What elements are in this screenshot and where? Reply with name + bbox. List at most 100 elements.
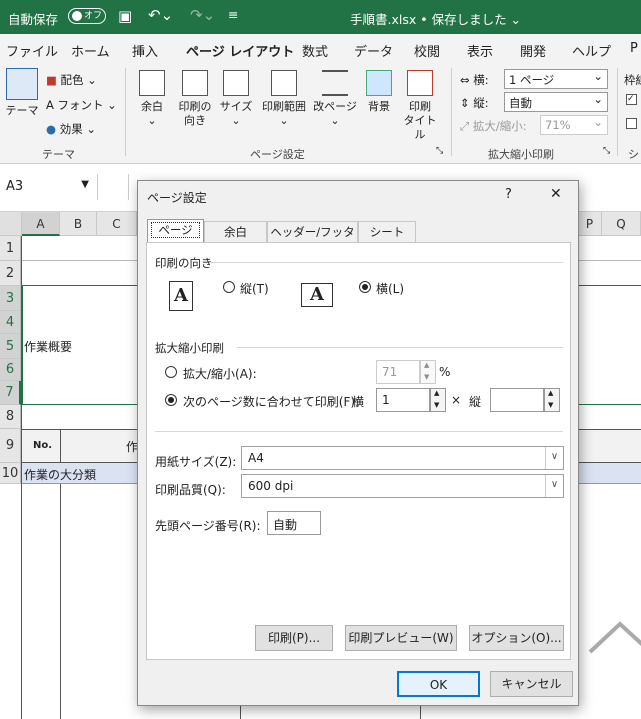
row-header-10[interactable]: 10: [0, 463, 21, 484]
pages-wide-spinner[interactable]: [430, 388, 446, 412]
help-button[interactable]: ?: [505, 187, 512, 202]
cell-a9[interactable]: No.: [33, 440, 52, 451]
tab-help[interactable]: ヘルプ: [572, 41, 611, 60]
page-setup-dialog: ページ設定 ? ✕ ページ 余白 ヘッダー/フッター シート 印刷の向き A 縦…: [137, 180, 579, 706]
tab-formulas[interactable]: 数式: [302, 41, 328, 60]
landscape-icon: A: [301, 283, 333, 307]
print-area-button[interactable]: 印刷範囲 ⌄: [258, 70, 310, 128]
width-select[interactable]: 1 ページ: [504, 69, 608, 89]
pages-wide-input[interactable]: 1: [376, 388, 430, 412]
first-page-number-input[interactable]: 自動: [267, 511, 321, 535]
landscape-radio[interactable]: [359, 281, 371, 293]
name-box[interactable]: A3 ▼: [0, 174, 98, 200]
height-icon: ⇕: [460, 96, 470, 110]
adjust-to-label[interactable]: 拡大/縮小(A):: [183, 365, 257, 382]
row-header-7[interactable]: 7: [0, 381, 21, 405]
tab-data[interactable]: データ: [354, 41, 393, 60]
print-button[interactable]: 印刷(P)...: [255, 625, 333, 651]
print-quality-select[interactable]: 600 dpi ∨: [241, 474, 564, 498]
cell-a5[interactable]: 作業概要: [24, 338, 72, 355]
row-header-4[interactable]: 4: [0, 311, 21, 334]
chevron-down-icon: ▼: [81, 179, 89, 190]
print-titles-button[interactable]: 印刷 タイトル: [400, 70, 440, 142]
pages-tall-spinner[interactable]: [544, 388, 560, 412]
row-header-8[interactable]: 8: [0, 405, 21, 429]
cancel-button[interactable]: キャンセル: [490, 671, 573, 697]
size-button[interactable]: サイズ ⌄: [218, 70, 254, 128]
tab-sheet[interactable]: シート: [358, 221, 416, 243]
fit-to-radio[interactable]: [165, 394, 177, 406]
row-header-1[interactable]: 1: [0, 236, 21, 261]
landscape-label[interactable]: 横(L): [376, 280, 404, 297]
colors-icon: ■: [46, 73, 57, 87]
tab-p[interactable]: P: [630, 41, 638, 56]
fonts-button[interactable]: A フォント ⌄: [46, 97, 117, 113]
separator: [237, 347, 563, 348]
margins-icon: [139, 70, 165, 96]
adjust-to-spinner[interactable]: [420, 360, 436, 384]
column-header-c[interactable]: C: [97, 212, 137, 236]
autosave-toggle[interactable]: オフ: [68, 8, 106, 24]
tab-insert[interactable]: 挿入: [132, 41, 158, 60]
tab-file[interactable]: ファイル: [6, 41, 58, 60]
options-button[interactable]: オプション(O)...: [469, 625, 564, 651]
row-header-2[interactable]: 2: [0, 261, 21, 286]
height-select[interactable]: 自動: [504, 92, 608, 112]
tab-developer[interactable]: 開発: [520, 41, 546, 60]
row-header-9[interactable]: 9: [0, 429, 21, 463]
row-header-6[interactable]: 6: [0, 359, 21, 381]
column-header-b[interactable]: B: [60, 212, 97, 236]
save-icon[interactable]: ▣: [118, 7, 132, 25]
size-icon: [223, 70, 249, 96]
margins-button[interactable]: 余白 ⌄: [134, 70, 170, 128]
breaks-button[interactable]: 改ページ ⌄: [312, 70, 358, 128]
print-area-icon: [271, 70, 297, 96]
customize-qat-icon[interactable]: ≡: [228, 7, 238, 22]
width-icon: ⇔: [460, 73, 470, 87]
column-header-a[interactable]: A: [22, 212, 60, 236]
group-label-sheet: シ: [628, 148, 639, 161]
row-header-3[interactable]: 3: [0, 286, 21, 311]
tab-home[interactable]: ホーム: [71, 41, 110, 60]
tab-review[interactable]: 校閲: [414, 41, 440, 60]
page-setup-launcher-icon[interactable]: ⤡: [436, 146, 443, 156]
row-header-5[interactable]: 5: [0, 334, 21, 359]
gridlines-view-checkbox[interactable]: ✓: [626, 94, 637, 105]
adjust-to-radio[interactable]: [165, 366, 177, 378]
gridlines-print-checkbox[interactable]: [626, 118, 637, 129]
column-header-p[interactable]: P: [578, 212, 602, 236]
undo-icon[interactable]: ↶⌄: [148, 6, 173, 24]
scale-launcher-icon[interactable]: ⤡: [603, 146, 610, 156]
tab-page[interactable]: ページ: [147, 219, 204, 243]
colors-button[interactable]: ■ 配色 ⌄: [46, 72, 97, 88]
portrait-label[interactable]: 縦(T): [240, 280, 269, 297]
separator: [211, 262, 563, 263]
themes-icon: [6, 68, 38, 100]
select-all-corner[interactable]: [0, 212, 22, 236]
scale-input[interactable]: 71%: [540, 115, 608, 135]
pages-tall-input[interactable]: [490, 388, 544, 412]
breaks-icon: [322, 70, 348, 96]
tab-view[interactable]: 表示: [467, 41, 493, 60]
tab-header-footer[interactable]: ヘッダー/フッター: [267, 221, 358, 259]
redo-icon[interactable]: ↷⌄: [190, 6, 215, 24]
effects-button[interactable]: ● 効果 ⌄: [46, 121, 96, 137]
column-header-q[interactable]: Q: [602, 212, 641, 236]
group-label-scale: 拡大縮小印刷: [488, 148, 554, 161]
title-bar: 自動保存 オフ ▣ ↶⌄ ↷⌄ ≡ 手順書.xlsx • 保存しました ⌄: [0, 0, 641, 34]
background-button[interactable]: 背景: [362, 70, 396, 114]
ribbon-tabs: ファイル ホーム 挿入 ページ レイアウト 数式 データ 校閲 表示 開発 ヘル…: [0, 34, 641, 65]
cell-a10[interactable]: 作業の大分類: [24, 466, 96, 483]
orientation-button[interactable]: 印刷の 向き: [175, 70, 215, 128]
close-icon[interactable]: ✕: [550, 186, 562, 202]
orientation-heading: 印刷の向き: [155, 256, 213, 270]
fit-to-label[interactable]: 次のページ数に合わせて印刷(F):: [183, 393, 359, 410]
tab-margins[interactable]: 余白: [204, 221, 267, 243]
print-preview-button[interactable]: 印刷プレビュー(W): [345, 625, 457, 651]
ok-button[interactable]: OK: [397, 671, 480, 697]
effects-icon: ●: [46, 122, 57, 136]
paper-size-select[interactable]: A4 ∨: [241, 446, 564, 470]
adjust-to-input[interactable]: 71: [376, 360, 420, 384]
themes-button[interactable]: テーマ: [4, 68, 40, 118]
portrait-radio[interactable]: [223, 281, 235, 293]
